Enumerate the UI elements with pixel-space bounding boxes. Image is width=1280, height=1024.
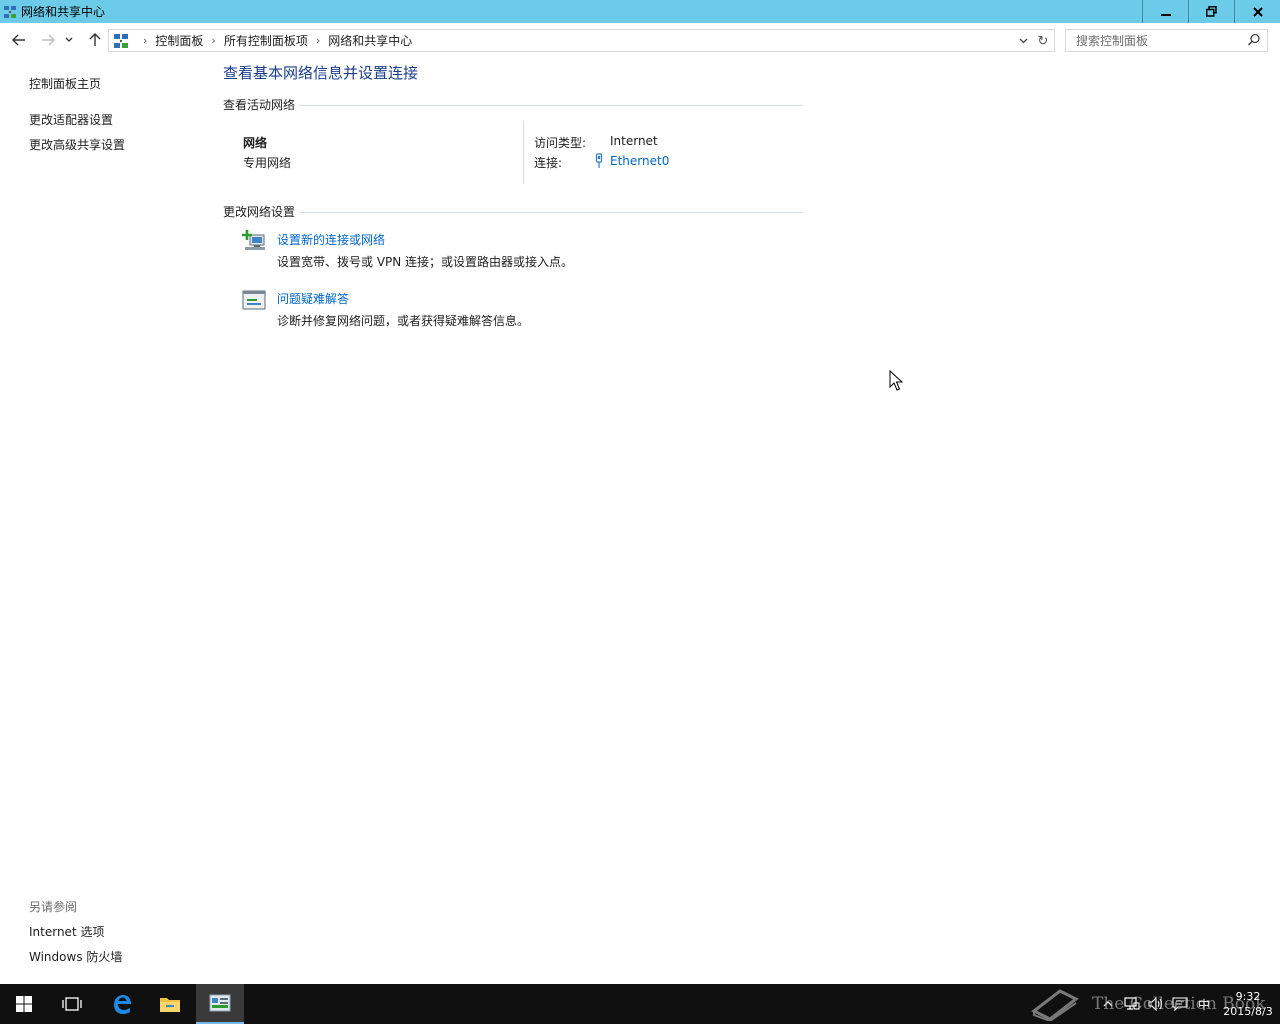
window-controls [1142, 0, 1280, 23]
search-box[interactable] [1065, 29, 1268, 52]
input-method-indicator[interactable]: 中 [1192, 984, 1216, 1024]
edge-browser-icon [114, 995, 131, 1014]
refresh-icon: ↻ [1037, 33, 1049, 49]
speaker-icon [1148, 997, 1163, 1011]
window-title: 网络和共享中心 [21, 5, 106, 19]
show-hidden-icons-button[interactable] [1096, 984, 1120, 1024]
change-adapter-settings-link[interactable]: 更改适配器设置 [29, 111, 113, 128]
network-tray-button[interactable] [1120, 984, 1144, 1024]
vertical-divider [523, 121, 524, 184]
section-label: 查看活动网络 [223, 97, 296, 112]
address-dropdown-button[interactable] [1016, 33, 1030, 49]
breadcrumb-network-center[interactable]: 网络和共享中心 [328, 32, 412, 49]
restore-button[interactable] [1188, 0, 1234, 23]
close-button[interactable] [1234, 0, 1280, 23]
address-bar[interactable]: › 控制面板 › 所有控制面板项 › 网络和共享中心 ↻ [108, 29, 1055, 52]
forward-button[interactable] [38, 30, 58, 50]
clock[interactable]: 9:32 2015/8/3 [1216, 989, 1280, 1019]
arrow-left-icon [12, 34, 25, 46]
network-name: 网络 [243, 136, 268, 150]
section-divider [299, 211, 803, 213]
chevron-right-icon: › [143, 34, 148, 47]
clock-date: 2015/8/3 [1223, 1005, 1273, 1018]
ethernet-icon [595, 153, 603, 168]
connection-label: 连接: [534, 156, 563, 170]
close-icon [1252, 6, 1263, 17]
windows-firewall-link[interactable]: Windows 防火墙 [29, 948, 122, 965]
section-label: 更改网络设置 [223, 204, 296, 219]
minimize-button[interactable] [1142, 0, 1188, 23]
page-title: 查看基本网络信息并设置连接 [223, 64, 419, 82]
navigation-bar: › 控制面板 › 所有控制面板项 › 网络和共享中心 ↻ [0, 23, 1280, 57]
network-type: 专用网络 [243, 156, 292, 170]
setup-new-connection-description: 设置宽带、拨号或 VPN 连接；或设置路由器或接入点。 [277, 255, 574, 269]
chevron-right-icon: › [211, 34, 216, 47]
breadcrumb-all-items[interactable]: 所有控制面板项 [224, 32, 308, 49]
up-button[interactable] [85, 30, 105, 50]
control-panel-icon [209, 994, 231, 1012]
minimize-icon [1160, 13, 1171, 16]
arrow-up-icon [89, 33, 101, 46]
title-bar: 网络和共享中心 [0, 0, 1280, 23]
edge-browser-button[interactable] [98, 984, 146, 1024]
new-connection-icon [242, 230, 265, 250]
control-panel-icon [114, 33, 128, 48]
system-tray: 中 9:32 2015/8/3 [1096, 984, 1280, 1024]
folder-icon [160, 998, 180, 1012]
change-settings-header: 更改网络设置 [223, 203, 803, 219]
taskbar: 中 9:32 2015/8/3 [0, 984, 1280, 1024]
clock-time: 9:32 [1235, 990, 1261, 1003]
refresh-button[interactable]: ↻ [1035, 32, 1051, 50]
chevron-up-icon [1103, 1001, 1113, 1007]
task-view-icon [62, 997, 82, 1011]
chevron-down-icon [1019, 38, 1027, 44]
chevron-down-icon [65, 37, 73, 42]
message-icon [1172, 997, 1188, 1011]
access-type-value: Internet [610, 134, 658, 148]
troubleshoot-link[interactable]: 问题疑难解答 [277, 290, 349, 307]
restore-icon [1206, 6, 1217, 17]
ethernet0-link[interactable]: Ethernet0 [610, 154, 669, 168]
search-input[interactable] [1074, 30, 1244, 51]
task-view-button[interactable] [48, 984, 96, 1024]
file-explorer-button[interactable] [146, 984, 194, 1024]
back-button[interactable] [9, 30, 29, 50]
troubleshoot-icon [242, 290, 266, 310]
active-networks-header: 查看活动网络 [223, 96, 803, 112]
volume-tray-button[interactable] [1144, 984, 1168, 1024]
internet-options-link[interactable]: Internet 选项 [29, 923, 104, 940]
network-icon [1124, 997, 1140, 1010]
action-center-button[interactable] [1168, 984, 1192, 1024]
breadcrumb-control-panel[interactable]: 控制面板 [155, 32, 203, 49]
see-also-title: 另请参阅 [29, 900, 78, 914]
start-button[interactable] [0, 984, 48, 1024]
access-type-label: 访问类型: [534, 136, 587, 150]
setup-new-connection-link[interactable]: 设置新的连接或网络 [277, 231, 385, 248]
change-advanced-sharing-link[interactable]: 更改高级共享设置 [29, 136, 125, 153]
mouse-cursor-icon [889, 370, 903, 391]
recent-locations-button[interactable] [62, 30, 76, 50]
network-center-icon [4, 5, 16, 18]
search-icon[interactable] [1247, 33, 1261, 47]
arrow-right-icon [42, 34, 55, 46]
chevron-right-icon: › [315, 34, 321, 47]
control-panel-taskbar-button[interactable] [196, 984, 244, 1024]
windows-logo-icon [16, 996, 32, 1012]
control-panel-home-link[interactable]: 控制面板主页 [29, 75, 101, 92]
section-divider [299, 104, 803, 106]
troubleshoot-description: 诊断并修复网络问题，或者获得疑难解答信息。 [277, 314, 530, 328]
